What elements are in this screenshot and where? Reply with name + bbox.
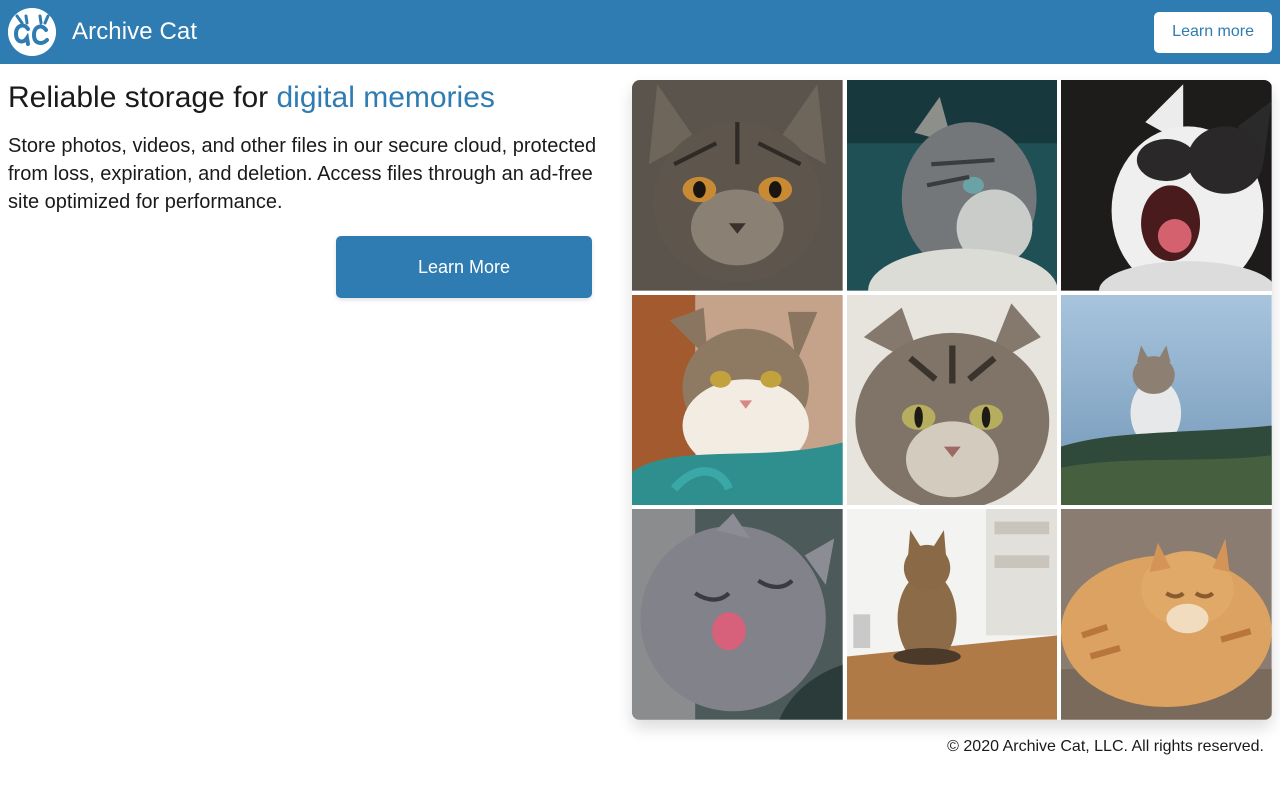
cat-in-snow-photo xyxy=(1061,294,1272,506)
tabby-kitten-photo xyxy=(632,80,843,291)
learn-more-nav-button[interactable]: Learn more xyxy=(1154,11,1272,53)
brand-name: Archive Cat xyxy=(72,18,198,45)
cat-photo-gallery xyxy=(632,80,1272,720)
archive-cat-logo-icon xyxy=(8,8,56,56)
cat-on-table-photo xyxy=(846,509,1058,720)
navbar: Archive Cat Learn more xyxy=(0,0,1280,64)
tabby-cat-profile-photo xyxy=(846,80,1058,291)
tabby-kitten-on-chair-photo xyxy=(632,294,843,506)
yawning-cat-photo xyxy=(1061,80,1272,291)
brand[interactable]: Archive Cat xyxy=(8,8,197,56)
gray-cat-licking-photo xyxy=(632,509,843,720)
headline: Reliable storage for digital memories xyxy=(8,80,608,116)
tabby-cat-closeup-photo xyxy=(846,294,1058,506)
headline-accent: digital memories xyxy=(276,81,495,114)
hero-description: Store photos, videos, and other files in… xyxy=(8,135,597,213)
orange-cat-sleeping-photo xyxy=(1061,509,1272,720)
hero-section: Reliable storage for digital memories St… xyxy=(8,80,608,298)
copyright-footer: © 2020 Archive Cat, LLC. All rights rese… xyxy=(947,738,1264,755)
learn-more-button[interactable]: Learn More xyxy=(336,236,592,298)
headline-prefix: Reliable storage for xyxy=(8,81,277,114)
